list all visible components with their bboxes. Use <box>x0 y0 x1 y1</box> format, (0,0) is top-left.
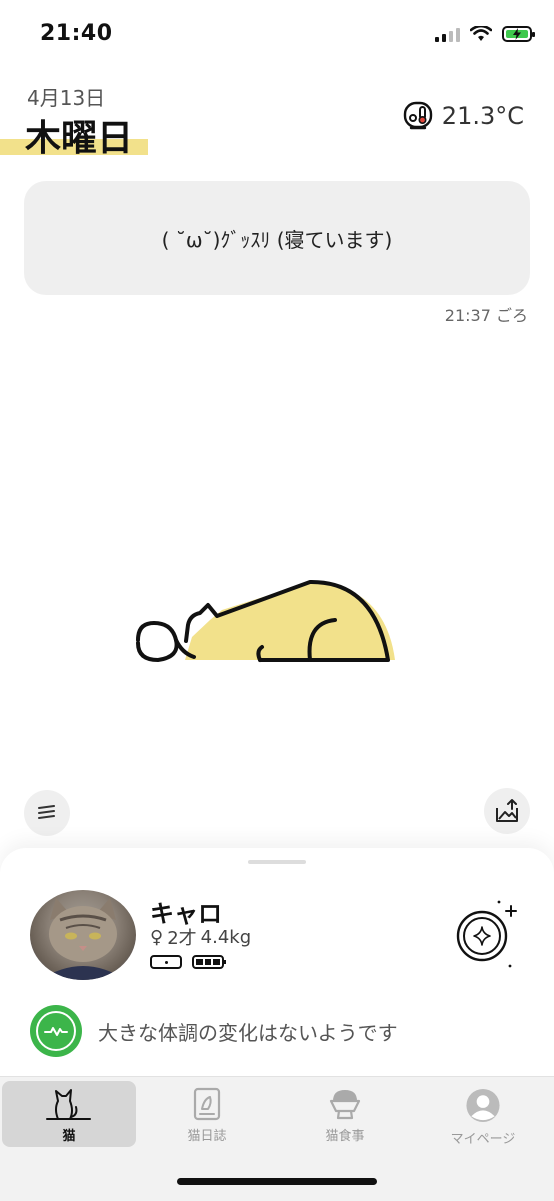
food-bowl-icon <box>329 1090 361 1120</box>
date-label: 4月13日 <box>27 86 106 110</box>
status-bar: 21:40 <box>0 0 554 70</box>
device-status <box>150 955 226 969</box>
cat-icon <box>46 1089 91 1120</box>
room-temperature: 21.3°C <box>402 100 524 132</box>
status-message: ( ˘ω˘)ｸﾞｯｽﾘ (寝ています) <box>161 227 393 252</box>
sparkle-icon[interactable] <box>452 898 522 974</box>
tab-label: 猫 <box>62 1129 76 1144</box>
message-time: 21:37 ごろ <box>444 306 528 325</box>
status-icons <box>435 22 535 46</box>
tab-cat-meal[interactable]: 猫食事 <box>278 1081 412 1147</box>
tab-cat[interactable]: 猫 <box>2 1081 136 1147</box>
tab-my-page[interactable]: マイページ <box>416 1081 550 1147</box>
gender-icon: ♀ <box>150 926 164 948</box>
cat-avatar[interactable] <box>30 890 136 980</box>
tab-label: マイページ <box>450 1132 516 1147</box>
signal-icon <box>435 26 460 42</box>
heartbeat-icon <box>30 1005 82 1057</box>
cat-details: ♀ 2才 4.4kg <box>150 924 251 950</box>
cat-age: 2才 <box>167 928 197 949</box>
health-status-text: 大きな体調の変化はないようです <box>98 1020 398 1045</box>
tab-cat-diary[interactable]: 猫日誌 <box>140 1081 274 1147</box>
user-icon <box>466 1088 500 1123</box>
battery-icon <box>502 26 535 42</box>
health-status-row[interactable]: 大きな体調の変化はないようです <box>30 1005 398 1057</box>
cat-weight: 4.4kg <box>200 926 252 948</box>
temperature-value: 21.3°C <box>441 102 524 130</box>
tab-label: 猫日誌 <box>187 1129 227 1144</box>
thermometer-icon <box>403 101 432 130</box>
wifi-icon <box>470 26 492 41</box>
sleeping-cat-illustration <box>136 579 395 663</box>
tab-label: 猫食事 <box>325 1129 365 1144</box>
diary-icon <box>193 1087 221 1121</box>
photo-upload-button[interactable] <box>484 788 530 834</box>
photo-upload-icon <box>496 799 518 822</box>
status-time: 21:40 <box>40 21 113 46</box>
weekday-title: 木曜日 <box>25 118 134 159</box>
device-icon <box>150 955 182 969</box>
sheet-handle[interactable] <box>248 860 306 864</box>
menu-button[interactable] <box>24 790 70 836</box>
status-message-card: ( ˘ω˘)ｸﾞｯｽﾘ (寝ています) <box>24 181 530 295</box>
list-icon <box>38 805 55 819</box>
device-battery-icon <box>192 955 226 969</box>
home-indicator <box>177 1178 377 1185</box>
